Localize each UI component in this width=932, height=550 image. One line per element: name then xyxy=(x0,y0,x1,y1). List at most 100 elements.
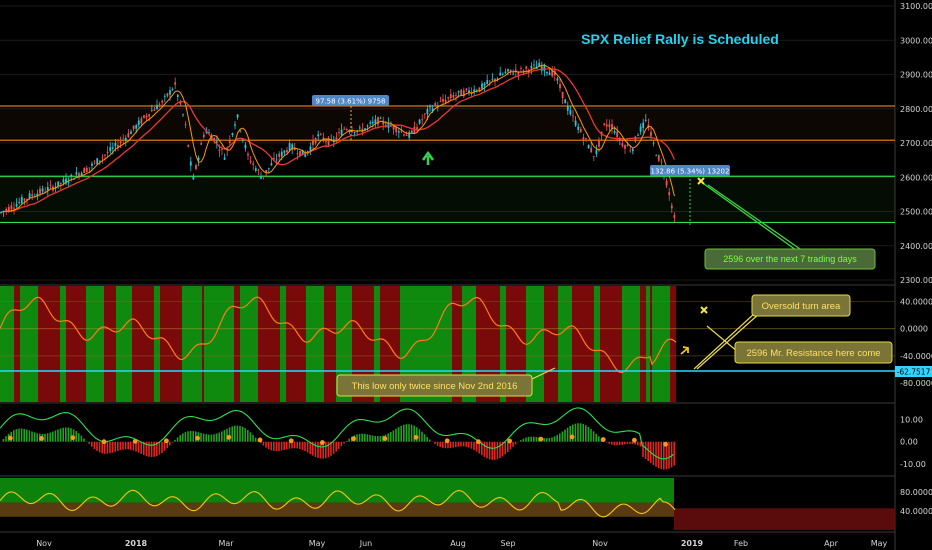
histogram-signal-dot xyxy=(507,438,512,444)
histogram-bar xyxy=(457,441,460,447)
histogram-bar xyxy=(270,441,272,451)
oscillator-bg-bar xyxy=(316,286,319,402)
oscillator-bg-bar xyxy=(12,286,15,402)
oscillator-bg-bar xyxy=(266,286,269,402)
oscillator-bg-bar xyxy=(150,286,153,402)
candle-body xyxy=(533,64,535,66)
candle-body xyxy=(455,94,457,96)
candle-body xyxy=(564,99,567,104)
oscillator-bg-bar xyxy=(20,286,23,402)
x-tick-label: Mar xyxy=(218,539,234,548)
candle-body xyxy=(585,138,587,140)
candle-body xyxy=(590,147,593,153)
candle-body xyxy=(460,89,463,96)
oscillator-bg-bar xyxy=(298,286,301,402)
oscillator-bg-bar xyxy=(48,286,51,402)
oscillator-bg-bar xyxy=(576,286,579,402)
oscillator-bg-bar xyxy=(320,286,323,402)
candle-body xyxy=(403,134,405,136)
oscillator-bg-bar xyxy=(160,286,163,402)
candle-body xyxy=(559,83,561,89)
candle-body xyxy=(49,184,52,186)
oscillator-bg-bar xyxy=(234,286,237,402)
histogram-bar xyxy=(340,441,343,447)
oscillator-bg-bar xyxy=(628,286,631,402)
histogram-bar xyxy=(377,436,379,442)
histogram-bar xyxy=(561,431,564,442)
histogram-bar xyxy=(520,440,522,442)
candle-body xyxy=(504,71,507,73)
oscillator-bg-bar xyxy=(52,286,55,402)
oscillator-bg-bar xyxy=(36,286,39,402)
x-tick-label: May xyxy=(871,539,888,548)
histogram-bar xyxy=(473,441,475,451)
candle-body xyxy=(163,95,166,97)
histogram-bar xyxy=(317,441,319,458)
x-tick-label: Apr xyxy=(824,539,839,548)
histogram-bar xyxy=(80,435,83,442)
oscillator-bg-bar xyxy=(660,286,663,402)
histogram-bar xyxy=(223,430,226,442)
histogram-bar xyxy=(192,431,194,442)
oscillator-bg-bar xyxy=(188,286,191,402)
price-zone xyxy=(0,176,895,223)
candle-body xyxy=(10,205,13,210)
oscillator-bg-bar xyxy=(652,286,655,402)
candle-body xyxy=(202,134,205,138)
candle-body xyxy=(104,154,106,156)
histogram-bar xyxy=(574,423,577,442)
histogram-bar xyxy=(293,441,296,449)
candle-body xyxy=(335,137,338,140)
candle-body xyxy=(429,105,431,108)
histogram-bar xyxy=(522,438,525,442)
histogram-signal-dot xyxy=(164,438,169,444)
oscillator-bg-bar xyxy=(574,286,577,402)
candle-body xyxy=(106,151,109,153)
histogram-bar xyxy=(171,441,174,443)
oscillator-bg-bar xyxy=(90,286,93,402)
histogram-bar xyxy=(403,424,405,442)
oscillator-bg-bar xyxy=(554,286,557,402)
oscillator-bg-bar xyxy=(22,286,25,402)
histogram-bar xyxy=(306,441,309,453)
chart-canvas: 3100.00 3000.00 2900.00 2800.00 2700.00 2600.… xyxy=(0,0,932,550)
candle-body xyxy=(145,115,148,118)
candle-body xyxy=(192,176,195,180)
oscillator-bg-bar xyxy=(0,286,3,402)
histogram-bar xyxy=(504,441,506,455)
candle-body xyxy=(124,138,127,141)
oscillator-bg-bar xyxy=(334,286,337,402)
histogram-bar xyxy=(137,441,140,453)
oscillator-bg-bar xyxy=(650,286,653,402)
oscillator-bg-bar xyxy=(66,286,69,402)
oscillator-bg-bar xyxy=(146,286,149,402)
candle-body xyxy=(5,208,8,211)
histogram-bar xyxy=(569,426,571,442)
candle-body xyxy=(483,83,486,86)
y-tick-label-oscillator: -40.0000 xyxy=(900,352,932,361)
candle-body xyxy=(525,66,528,69)
candle-body xyxy=(366,125,369,127)
oscillator-bg-bar xyxy=(632,286,635,402)
oscillator-bg-bar xyxy=(570,286,573,402)
histogram-bar xyxy=(59,428,62,442)
histogram-bar xyxy=(660,441,662,470)
candle-body xyxy=(582,137,585,141)
oscillator-bg-bar xyxy=(154,286,157,402)
candle-body xyxy=(267,167,270,169)
oscillator-bg-bar xyxy=(670,286,673,402)
candle-body xyxy=(353,132,356,134)
candle-body xyxy=(595,149,598,154)
oscillator-bg-bar xyxy=(332,286,335,402)
histogram-bar xyxy=(639,441,642,447)
histogram-bar xyxy=(525,437,527,442)
candle-body xyxy=(486,80,489,84)
histogram-bar xyxy=(499,441,501,459)
oscillator-bg-bar xyxy=(128,286,131,402)
oscillator-bg-bar xyxy=(166,286,169,402)
candle-body xyxy=(379,118,382,119)
candle-body xyxy=(418,119,421,124)
histogram-bar xyxy=(548,437,551,442)
y-tick-label-oscillator: -80.0000 xyxy=(900,379,932,388)
histogram-bar xyxy=(18,428,20,442)
